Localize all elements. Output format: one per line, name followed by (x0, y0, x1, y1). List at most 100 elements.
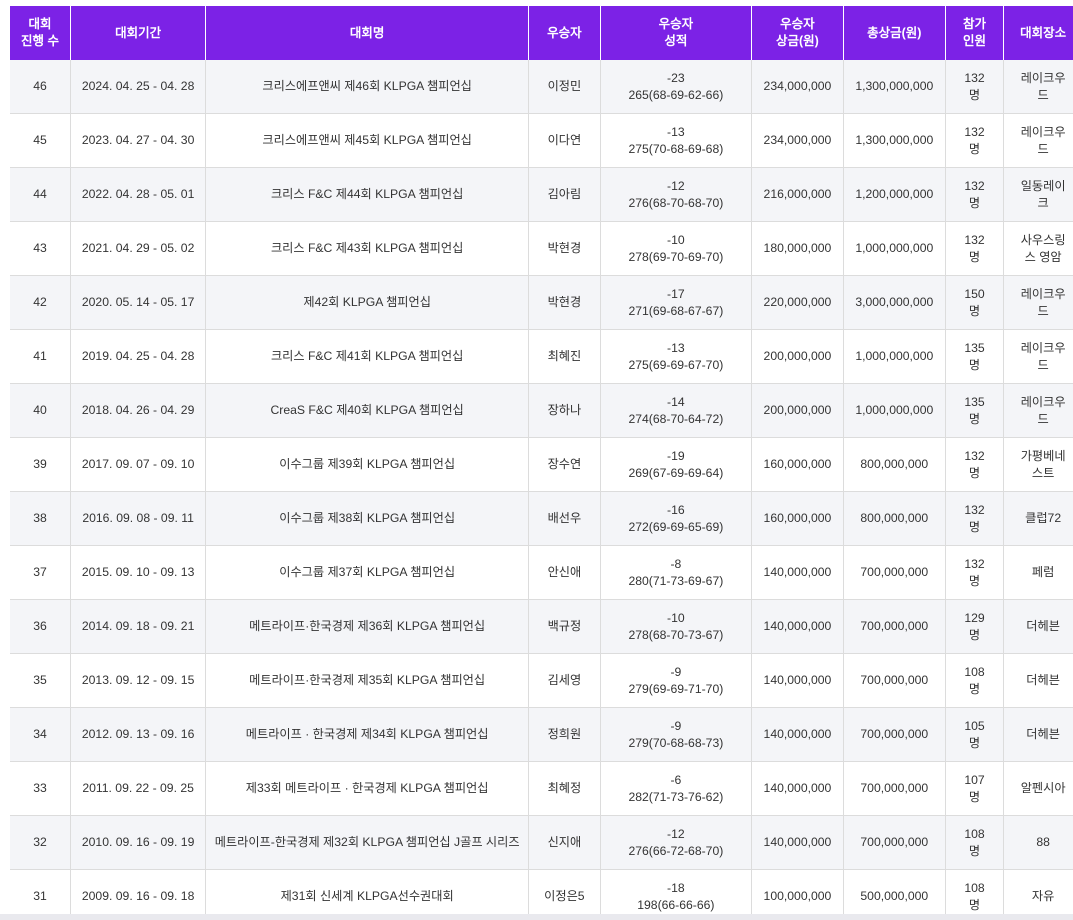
winner-prize-cell: 216,000,000 (751, 167, 844, 222)
winner-cell: 안신애 (528, 545, 601, 600)
winner-prize-cell: 160,000,000 (751, 491, 844, 546)
winner-cell: 이정은5 (528, 869, 601, 920)
winner-prize-cell: 140,000,000 (751, 545, 844, 600)
period-cell: 2013. 09. 12 - 09. 15 (70, 653, 207, 708)
winner-cell: 박현경 (528, 275, 601, 330)
venue-cell: 레이크우 드 (1003, 113, 1073, 168)
round-cell: 34 (10, 707, 72, 762)
venue-cell: 알펜시아 (1003, 761, 1073, 816)
round-cell: 42 (10, 275, 72, 330)
winner-prize-cell: 140,000,000 (751, 653, 844, 708)
venue-cell: 레이크우 드 (1003, 329, 1073, 384)
round-cell: 37 (10, 545, 72, 600)
period-cell: 2014. 09. 18 - 09. 21 (70, 599, 207, 654)
table-row: 32 2010. 09. 16 - 09. 19 메트라이프-한국경제 제32회 K… (10, 815, 1073, 870)
tournament-name-cell: CreaS F&C 제40회 KLPGA 챔피언십 (205, 383, 530, 438)
winner-prize-cell: 200,000,000 (751, 329, 844, 384)
venue-cell: 더헤븐 (1003, 653, 1073, 708)
table-row: 35 2013. 09. 12 - 09. 15 메트라이프·한국경제 제35회 K… (10, 653, 1073, 708)
score-cell: -9 279(69-69-71-70) (600, 653, 753, 708)
score-cell: -9 279(70-68-68-73) (600, 707, 753, 762)
header-round: 대회 진행 수 (10, 6, 72, 60)
score-cell: -14 274(68-70-64-72) (600, 383, 753, 438)
venue-cell: 레이크우 드 (1003, 383, 1073, 438)
championship-history-table: 대회 진행 수 대회기간 대회명 우승자 우승자 성적 우승자 상금(원) 총상금(원… (10, 6, 1073, 920)
header-players: 참가 인원 (945, 6, 1005, 60)
tournament-name-cell: 제31회 신세계 KLPGA선수권대회 (205, 869, 530, 920)
tournament-name-cell: 크리스에프앤씨 제45회 KLPGA 챔피언십 (205, 113, 530, 168)
score-cell: -12 276(66-72-68-70) (600, 815, 753, 870)
header-period: 대회기간 (70, 6, 207, 60)
tournament-name-cell: 메트라이프·한국경제 제36회 KLPGA 챔피언십 (205, 599, 530, 654)
score-cell: -8 280(71-73-69-67) (600, 545, 753, 600)
round-cell: 31 (10, 869, 72, 920)
table-row: 44 2022. 04. 28 - 05. 01 크리스 F&C 제44회 KLPG… (10, 167, 1073, 222)
players-cell: 108 명 (945, 869, 1005, 920)
venue-cell: 자유 (1003, 869, 1073, 920)
round-cell: 38 (10, 491, 72, 546)
total-prize-cell: 1,300,000,000 (843, 60, 946, 114)
venue-cell: 레이크우 드 (1003, 60, 1073, 114)
venue-cell: 레이크우 드 (1003, 275, 1073, 330)
round-cell: 32 (10, 815, 72, 870)
winner-cell: 장하나 (528, 383, 601, 438)
winner-prize-cell: 140,000,000 (751, 815, 844, 870)
period-cell: 2021. 04. 29 - 05. 02 (70, 221, 207, 276)
header-name: 대회명 (205, 6, 530, 60)
winner-cell: 최혜정 (528, 761, 601, 816)
period-cell: 2024. 04. 25 - 04. 28 (70, 60, 207, 114)
total-prize-cell: 500,000,000 (843, 869, 946, 920)
winner-cell: 박현경 (528, 221, 601, 276)
winner-prize-cell: 180,000,000 (751, 221, 844, 276)
round-cell: 40 (10, 383, 72, 438)
period-cell: 2023. 04. 27 - 04. 30 (70, 113, 207, 168)
tournament-name-cell: 이수그룹 제39회 KLPGA 챔피언십 (205, 437, 530, 492)
table-row: 45 2023. 04. 27 - 04. 30 크리스에프앤씨 제45회 KLPG… (10, 113, 1073, 168)
table-row: 40 2018. 04. 26 - 04. 29 CreaS F&C 제40회 KL… (10, 383, 1073, 438)
total-prize-cell: 700,000,000 (843, 653, 946, 708)
header-winner: 우승자 (528, 6, 601, 60)
venue-cell: 더헤븐 (1003, 599, 1073, 654)
tournament-name-cell: 제42회 KLPGA 챔피언십 (205, 275, 530, 330)
winner-prize-cell: 234,000,000 (751, 113, 844, 168)
players-cell: 150 명 (945, 275, 1005, 330)
total-prize-cell: 800,000,000 (843, 491, 946, 546)
total-prize-cell: 700,000,000 (843, 545, 946, 600)
winner-prize-cell: 160,000,000 (751, 437, 844, 492)
results-page: 대회 진행 수 대회기간 대회명 우승자 우승자 성적 우승자 상금(원) 총상금(원… (0, 0, 1073, 920)
table-row: 37 2015. 09. 10 - 09. 13 이수그룹 제37회 KLPGA 챔… (10, 545, 1073, 600)
players-cell: 132 명 (945, 60, 1005, 114)
table-row: 31 2009. 09. 16 - 09. 18 제31회 신세계 KLPGA선수권… (10, 869, 1073, 920)
players-cell: 132 명 (945, 221, 1005, 276)
horizontal-scrollbar[interactable] (0, 914, 1073, 920)
table-header-row: 대회 진행 수 대회기간 대회명 우승자 우승자 성적 우승자 상금(원) 총상금(원… (10, 6, 1073, 60)
venue-cell: 클럽72 (1003, 491, 1073, 546)
winner-cell: 김아림 (528, 167, 601, 222)
winner-cell: 이다연 (528, 113, 601, 168)
tournament-name-cell: 크리스 F&C 제41회 KLPGA 챔피언십 (205, 329, 530, 384)
period-cell: 2015. 09. 10 - 09. 13 (70, 545, 207, 600)
players-cell: 107 명 (945, 761, 1005, 816)
winner-prize-cell: 200,000,000 (751, 383, 844, 438)
score-cell: -10 278(68-70-73-67) (600, 599, 753, 654)
winner-cell: 배선우 (528, 491, 601, 546)
venue-cell: 페럼 (1003, 545, 1073, 600)
period-cell: 2009. 09. 16 - 09. 18 (70, 869, 207, 920)
tournament-name-cell: 크리스 F&C 제43회 KLPGA 챔피언십 (205, 221, 530, 276)
round-cell: 43 (10, 221, 72, 276)
players-cell: 105 명 (945, 707, 1005, 762)
tournament-name-cell: 이수그룹 제38회 KLPGA 챔피언십 (205, 491, 530, 546)
round-cell: 45 (10, 113, 72, 168)
winner-cell: 김세영 (528, 653, 601, 708)
tournament-name-cell: 크리스 F&C 제44회 KLPGA 챔피언십 (205, 167, 530, 222)
winner-cell: 장수연 (528, 437, 601, 492)
winner-prize-cell: 140,000,000 (751, 707, 844, 762)
score-cell: -17 271(69-68-67-67) (600, 275, 753, 330)
round-cell: 46 (10, 60, 72, 114)
tournament-name-cell: 이수그룹 제37회 KLPGA 챔피언십 (205, 545, 530, 600)
total-prize-cell: 1,300,000,000 (843, 113, 946, 168)
period-cell: 2010. 09. 16 - 09. 19 (70, 815, 207, 870)
total-prize-cell: 700,000,000 (843, 815, 946, 870)
venue-cell: 일동레이 크 (1003, 167, 1073, 222)
winner-prize-cell: 140,000,000 (751, 599, 844, 654)
